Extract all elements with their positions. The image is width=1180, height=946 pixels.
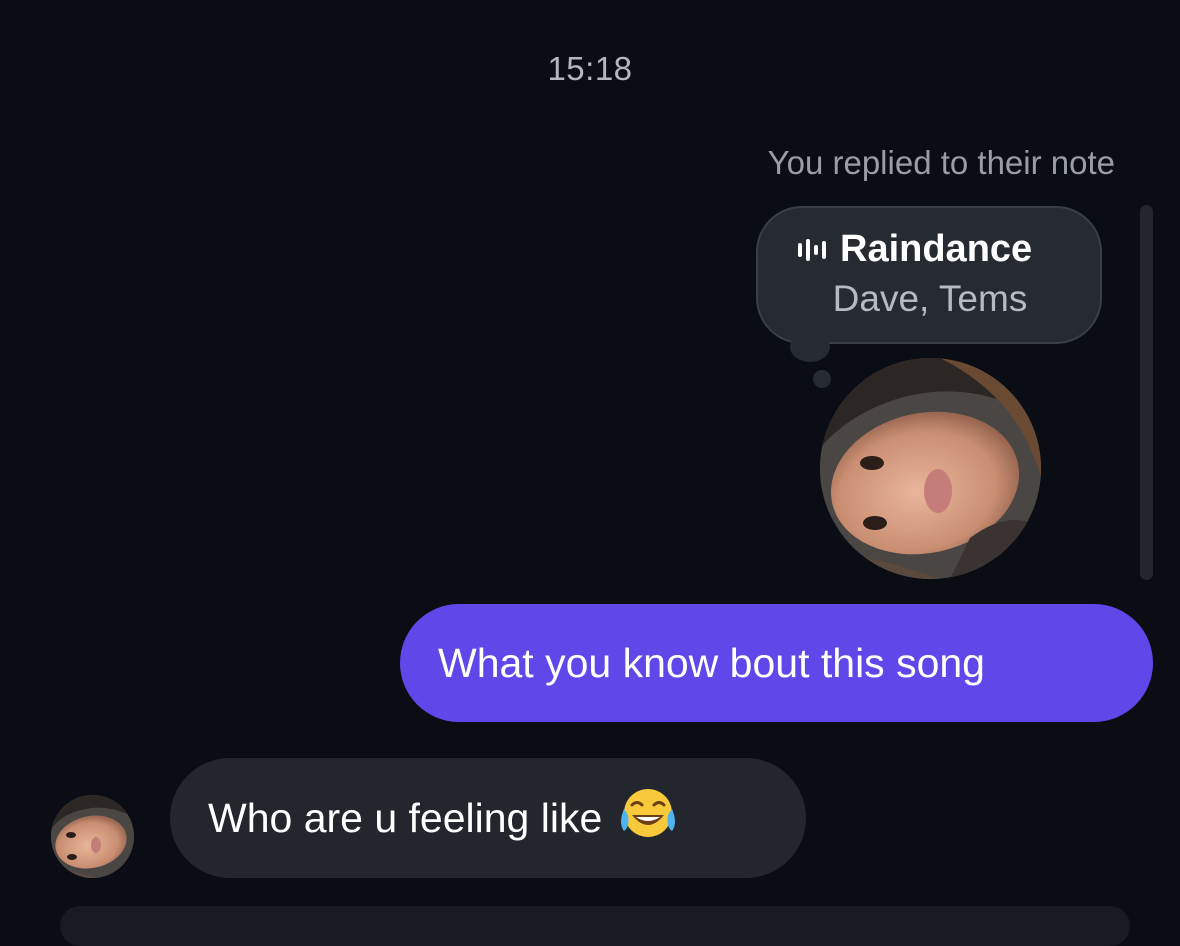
note-author-avatar[interactable] <box>820 358 1041 579</box>
sender-avatar[interactable] <box>51 795 134 878</box>
note-bubble[interactable] <box>756 206 1102 344</box>
note-thought-dot <box>790 332 830 362</box>
received-message-text: Who are u feeling like <box>208 794 603 841</box>
sound-wave-icon <box>796 237 826 263</box>
tears-of-joy-emoji-icon <box>618 785 678 851</box>
note-title-row: Raindance <box>796 228 1032 271</box>
note-song-artists: Dave, Tems <box>832 278 1028 319</box>
received-message-bubble[interactable]: Who are u feeling like <box>170 758 806 878</box>
sent-message-text: What you know bout this song <box>438 639 985 686</box>
message-timestamp: 15:18 <box>547 50 633 87</box>
note-thought-dot-small <box>813 370 831 388</box>
scrollbar[interactable] <box>1140 205 1153 580</box>
next-message-bubble-edge <box>60 906 1130 946</box>
note-song-title: Raindance <box>840 228 1033 270</box>
sent-message-bubble[interactable]: What you know bout this song <box>400 604 1153 722</box>
reply-context-label: You replied to their note <box>767 144 1115 181</box>
